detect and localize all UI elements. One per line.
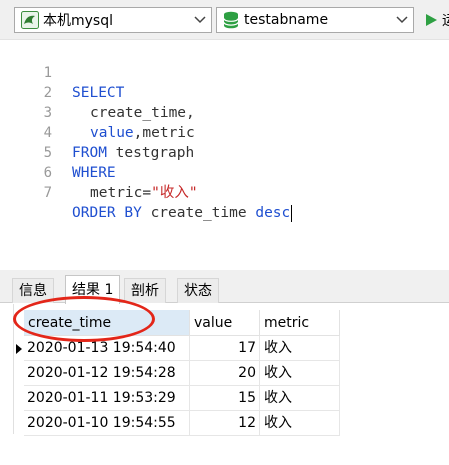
tab-result-1[interactable]: 结果 1 xyxy=(65,275,121,304)
database-icon xyxy=(223,11,239,29)
sql-keyword: FROM xyxy=(72,145,107,161)
sql-identifier: create_time xyxy=(141,205,256,221)
cell-metric[interactable]: 收入 xyxy=(260,411,340,436)
cell-metric[interactable]: 收入 xyxy=(260,361,340,386)
sql-identifier: create_time, xyxy=(90,105,195,121)
mysql-connection-icon xyxy=(21,11,39,29)
sql-identifier: metric= xyxy=(90,185,152,201)
sql-keyword: desc xyxy=(255,205,291,221)
cell-create-time[interactable]: 2020-01-12 19:54:28 xyxy=(24,361,190,386)
code-line: 2 create_time, xyxy=(0,63,195,121)
cell-value[interactable]: 17 xyxy=(190,336,260,361)
cell-metric[interactable]: 收入 xyxy=(260,336,340,361)
sql-string: "收入" xyxy=(151,185,198,201)
chevron-down-icon[interactable] xyxy=(391,8,413,32)
result-grid[interactable]: create_time value metric 2020-01-13 19:5… xyxy=(0,304,449,465)
connection-label: 本机mysql xyxy=(43,13,113,29)
cell-create-time[interactable]: 2020-01-13 19:54:40 xyxy=(24,336,190,361)
chevron-down-icon[interactable] xyxy=(189,8,211,32)
column-header-metric[interactable]: metric xyxy=(260,310,340,336)
column-header-value[interactable]: value xyxy=(190,310,260,336)
code-line: 1 SELECT xyxy=(0,43,125,101)
text-caret xyxy=(291,204,293,222)
sql-keyword: SELECT xyxy=(72,85,125,101)
sql-keyword: value xyxy=(90,125,134,141)
tab-info[interactable]: 信息 xyxy=(12,278,54,303)
sql-keyword: WHERE xyxy=(72,165,116,181)
sql-editor[interactable]: 1 SELECT 2 create_time, 3 value,metric 4… xyxy=(0,40,449,270)
cell-metric[interactable]: 收入 xyxy=(260,386,340,411)
cell-value[interactable]: 15 xyxy=(190,386,260,411)
line-number: 7 xyxy=(43,185,52,201)
database-select[interactable]: testabname xyxy=(216,7,414,33)
tab-profile[interactable]: 剖析 xyxy=(124,278,166,303)
sql-keyword: ORDER BY xyxy=(72,205,142,221)
tab-status[interactable]: 状态 xyxy=(177,278,219,303)
cell-value[interactable]: 12 xyxy=(190,411,260,436)
code-line: 3 value,metric xyxy=(0,83,195,141)
result-tabbar: 信息 结果 1 剖析 状态 xyxy=(0,270,449,304)
sql-identifier: ,metric xyxy=(133,125,195,141)
row-header-column xyxy=(0,304,14,434)
code-line: 4 FROM testgraph xyxy=(0,103,195,161)
code-line: 6 metric="收入" xyxy=(0,143,198,201)
play-icon xyxy=(424,13,438,27)
database-label: testabname xyxy=(244,12,329,28)
cell-create-time[interactable]: 2020-01-10 19:54:55 xyxy=(24,411,190,436)
run-label: 运 xyxy=(442,10,449,30)
query-toolbar: 本机mysql testabname 运 xyxy=(0,0,449,40)
cell-create-time[interactable]: 2020-01-11 19:53:29 xyxy=(24,386,190,411)
connection-select[interactable]: 本机mysql xyxy=(14,7,212,33)
run-button[interactable]: 运 xyxy=(420,7,449,33)
cell-value[interactable]: 20 xyxy=(190,361,260,386)
sql-identifier: testgraph xyxy=(106,145,195,161)
current-row-arrow-icon xyxy=(16,344,22,354)
code-line: 7 ORDER BY create_time desc xyxy=(0,163,293,222)
code-line: 5 WHERE xyxy=(0,123,116,181)
column-header-create-time[interactable]: create_time xyxy=(24,310,190,336)
